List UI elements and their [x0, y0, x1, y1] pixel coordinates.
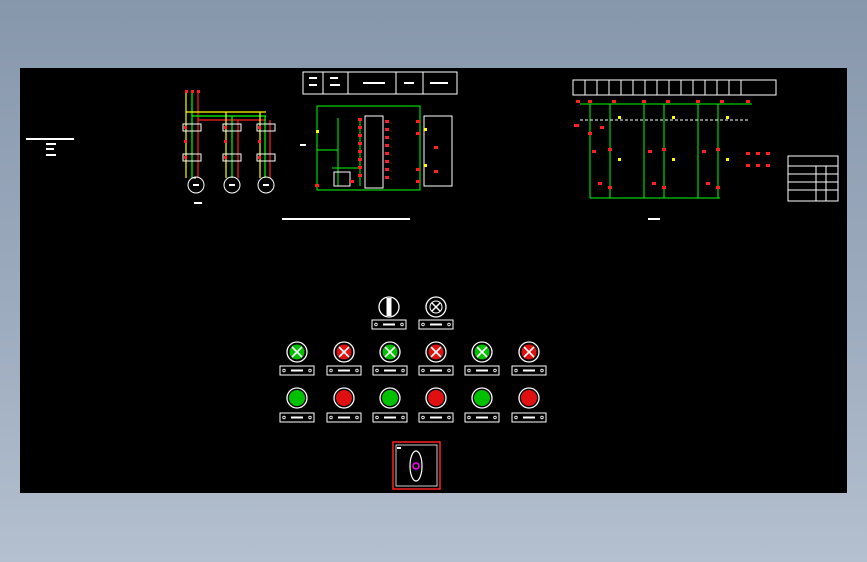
relay-ladder — [572, 79, 839, 220]
nameplate — [279, 365, 315, 376]
indicator-lamp-green-icon — [379, 341, 401, 363]
nameplate — [418, 365, 454, 376]
operator-panel — [279, 296, 547, 490]
indicator-lamp-red-icon — [425, 341, 447, 363]
indicator-lamp-red-icon — [333, 341, 355, 363]
emergency-stop-box[interactable] — [392, 441, 441, 490]
cad-drawing-canvas[interactable] — [20, 68, 847, 493]
nameplate — [418, 319, 454, 330]
nameplate — [326, 365, 362, 376]
indicator-lamp-icon[interactable] — [425, 296, 447, 318]
notes-block — [26, 138, 74, 156]
pushbutton-red[interactable] — [425, 387, 447, 409]
power-circuit — [182, 90, 276, 204]
pushbutton-green[interactable] — [379, 387, 401, 409]
nameplate — [464, 365, 500, 376]
nameplate — [511, 365, 547, 376]
indicator-lamp-red-icon — [518, 341, 540, 363]
selector-switch-icon[interactable] — [378, 296, 400, 318]
nameplate — [372, 412, 408, 423]
nameplate — [326, 412, 362, 423]
nameplate — [279, 412, 315, 423]
nameplate — [372, 365, 408, 376]
pushbutton-green[interactable] — [286, 387, 308, 409]
pushbutton-green[interactable] — [471, 387, 493, 409]
nameplate — [418, 412, 454, 423]
nameplate — [511, 412, 547, 423]
oval-selector-icon — [409, 450, 423, 482]
pushbutton-red[interactable] — [518, 387, 540, 409]
indicator-lamp-green-icon — [286, 341, 308, 363]
indicator-lamp-green-icon — [471, 341, 493, 363]
plc-wiring — [282, 71, 458, 220]
nameplate — [371, 319, 407, 330]
nameplate — [464, 412, 500, 423]
cad-drawing — [26, 71, 839, 490]
pushbutton-red[interactable] — [333, 387, 355, 409]
